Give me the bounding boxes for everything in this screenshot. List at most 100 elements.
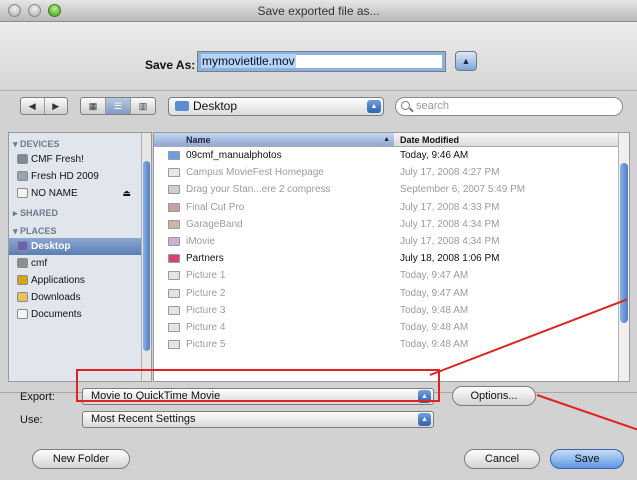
file-row[interactable]: Partners July 18, 2008 1:06 PM	[154, 250, 629, 267]
sidebar-scrollbar[interactable]	[141, 133, 151, 381]
imovie-icon	[168, 236, 180, 246]
search-icon	[401, 101, 410, 110]
sidebar-item-cmf-fresh-[interactable]: CMF Fresh!	[9, 151, 151, 168]
search-placeholder: search	[416, 100, 450, 112]
date-modified-cell: Today, 9:48 AM	[400, 339, 469, 351]
file-list-header: Name Date Modified	[154, 133, 629, 147]
options-button[interactable]: Options...	[452, 386, 536, 406]
file-row[interactable]: Picture 4 Today, 9:48 AM	[154, 319, 629, 336]
popup-arrow-icon: ▲	[418, 413, 431, 426]
hard-drive-icon	[17, 171, 28, 181]
final-cut-icon	[168, 202, 180, 212]
file-name-cell: Picture 5	[154, 336, 394, 353]
file-name: Picture 3	[186, 304, 226, 316]
document-icon	[168, 185, 180, 195]
sidebar-section-title: SHARED	[20, 208, 59, 218]
title-bar: Save exported file as...	[0, 0, 637, 22]
file-row[interactable]: Picture 2 Today, 9:47 AM	[154, 285, 629, 302]
sidebar-item-fresh-hd-2009[interactable]: Fresh HD 2009	[9, 168, 151, 185]
sidebar-item-label: Documents	[31, 309, 82, 320]
sidebar-item-label: cmf	[31, 258, 48, 269]
list-view-icon[interactable]: ☰	[106, 98, 131, 114]
back-forward-buttons: ◀ ▶	[20, 97, 68, 115]
sidebar-section-header[interactable]: ▾ PLACES	[9, 226, 151, 238]
file-name-cell: Campus MovieFest Homepage	[154, 164, 394, 181]
sidebar-scroll-thumb[interactable]	[143, 161, 150, 351]
sidebar-item-downloads[interactable]: Downloads	[9, 289, 151, 306]
sidebar-item-cmf[interactable]: cmf	[9, 255, 151, 272]
date-modified-cell: Today, 9:46 AM	[400, 150, 469, 161]
annotation-line-lower	[536, 394, 637, 431]
new-folder-button[interactable]: New Folder	[32, 449, 130, 469]
file-row[interactable]: Picture 3 Today, 9:48 AM	[154, 302, 629, 319]
file-name-cell: 09cmf_manualphotos	[154, 147, 394, 164]
file-name: Picture 5	[186, 339, 226, 351]
folder-icon	[168, 151, 180, 160]
date-modified-column-header[interactable]: Date Modified	[394, 133, 459, 146]
filename-text: mymovietitle.mov	[201, 54, 296, 68]
file-name: Final Cut Pro	[186, 201, 245, 213]
documents-icon	[17, 309, 28, 319]
file-name-cell: Partners	[154, 250, 394, 267]
picture-icon	[168, 305, 180, 315]
sidebar-item-desktop[interactable]: Desktop	[9, 238, 151, 255]
forward-icon[interactable]: ▶	[45, 98, 68, 114]
date-modified-cell: Today, 9:48 AM	[400, 304, 469, 316]
file-row[interactable]: Final Cut Pro July 17, 2008 4:33 PM	[154, 199, 629, 216]
garageband-icon	[168, 219, 180, 229]
sidebar-item-label: CMF Fresh!	[31, 154, 84, 165]
location-value: Desktop	[193, 99, 238, 113]
date-modified-cell: July 17, 2008 4:34 PM	[400, 218, 500, 230]
expand-dialog-button[interactable]: ▲	[455, 51, 477, 71]
file-name-cell: Picture 4	[154, 319, 394, 336]
picture-icon	[168, 271, 180, 281]
use-popup[interactable]: Most Recent Settings ▲	[82, 411, 434, 428]
sidebar-section-header[interactable]: ▾ DEVICES	[9, 139, 151, 151]
date-modified-cell: July 17, 2008 4:27 PM	[400, 167, 500, 179]
file-row[interactable]: Campus MovieFest Homepage July 17, 2008 4…	[154, 164, 629, 181]
file-row[interactable]: Picture 5 Today, 9:48 AM	[154, 336, 629, 353]
file-name: Campus MovieFest Homepage	[186, 167, 324, 179]
file-list-scrollbar[interactable]	[618, 133, 629, 381]
location-popup[interactable]: Desktop ▲	[168, 97, 384, 116]
picture-icon	[168, 340, 180, 350]
save-dialog: Save As: mymovietitle.mov ▲ ◀ ▶ ▦ ☰ ▥ De…	[0, 22, 637, 480]
column-view-icon[interactable]: ▥	[131, 98, 155, 114]
back-icon[interactable]: ◀	[21, 98, 45, 114]
use-value: Most Recent Settings	[91, 413, 196, 425]
file-name: 09cmf_manualphotos	[186, 150, 282, 161]
save-as-filename-input[interactable]: mymovietitle.mov	[197, 51, 446, 72]
file-name: iMovie	[186, 235, 215, 247]
date-modified-cell: Today, 9:47 AM	[400, 287, 469, 299]
sidebar: ▾ DEVICES CMF Fresh! Fresh HD 2009 NO NAME ⏏…	[8, 132, 152, 382]
partners-icon	[168, 254, 180, 264]
file-row[interactable]: GarageBand July 17, 2008 4:34 PM	[154, 216, 629, 233]
save-as-label: Save As:	[145, 58, 196, 72]
cancel-button[interactable]: Cancel	[464, 449, 540, 469]
removable-drive-icon	[17, 188, 28, 198]
name-column-header[interactable]: Name	[154, 133, 394, 147]
file-row[interactable]: iMovie July 17, 2008 4:34 PM	[154, 233, 629, 250]
picture-icon	[168, 288, 180, 298]
search-field[interactable]: search	[395, 97, 623, 116]
eject-icon[interactable]: ⏏	[122, 185, 131, 202]
date-modified-cell: July 18, 2008 1:06 PM	[400, 253, 500, 265]
file-name: Partners	[186, 253, 224, 265]
icon-view-icon[interactable]: ▦	[81, 98, 106, 114]
sidebar-item-label: NO NAME	[31, 188, 78, 199]
file-row[interactable]: Drag your Stan...ere 2 compress September…	[154, 181, 629, 198]
export-label: Export:	[20, 391, 55, 403]
picture-icon	[168, 322, 180, 332]
sidebar-item-label: Applications	[31, 275, 85, 286]
sidebar-section-header[interactable]: ▸ SHARED	[9, 208, 151, 220]
use-label: Use:	[20, 414, 43, 426]
save-button[interactable]: Save	[550, 449, 624, 469]
home-icon	[17, 258, 28, 268]
date-modified-cell: July 17, 2008 4:33 PM	[400, 201, 500, 213]
sidebar-item-documents[interactable]: Documents	[9, 306, 151, 323]
sidebar-item-applications[interactable]: Applications	[9, 272, 151, 289]
file-row[interactable]: Picture 1 Today, 9:47 AM	[154, 267, 629, 284]
sidebar-section-title: PLACES	[20, 226, 57, 236]
sidebar-item-no-name[interactable]: NO NAME ⏏	[9, 185, 151, 202]
file-row[interactable]: 09cmf_manualphotos Today, 9:46 AM	[154, 147, 629, 164]
